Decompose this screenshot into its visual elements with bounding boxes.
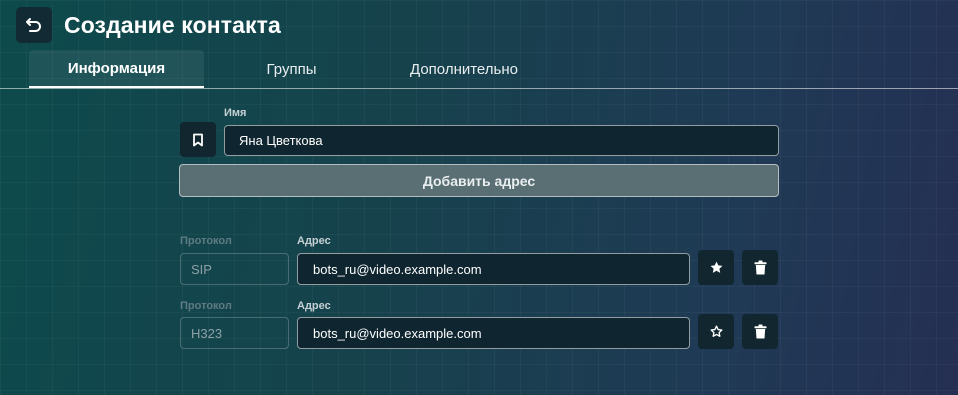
delete-button[interactable] [742, 314, 778, 349]
address-field[interactable]: bots_ru@video.example.com [297, 253, 690, 285]
name-label: Имя [224, 107, 247, 119]
favorite-button[interactable] [698, 314, 734, 349]
back-button[interactable] [16, 7, 52, 43]
add-address-button[interactable]: Добавить адрес [179, 164, 779, 197]
favorite-button[interactable] [698, 250, 734, 285]
trash-icon [754, 260, 766, 275]
bookmark-icon [193, 133, 203, 146]
delete-button[interactable] [742, 250, 778, 285]
address-label: Адрес [297, 235, 331, 247]
name-field[interactable]: Яна Цветкова [224, 125, 779, 156]
protocol-field: SIP [180, 253, 289, 285]
tab-divider [0, 88, 958, 89]
tab-groups[interactable]: Группы [204, 50, 379, 88]
protocol-label: Протокол [180, 300, 232, 312]
tab-additional[interactable]: Дополнительно [379, 50, 549, 88]
star-filled-icon [710, 261, 722, 273]
address-label: Адрес [297, 300, 331, 312]
protocol-field: H323 [180, 317, 289, 349]
page-title: Создание контакта [64, 11, 281, 38]
address-field[interactable]: bots_ru@video.example.com [297, 317, 690, 349]
bookmark-button[interactable] [180, 122, 216, 157]
undo-arrow-icon [26, 18, 41, 32]
trash-icon [754, 324, 766, 339]
tab-bar: Информация Группы Дополнительно [29, 50, 549, 88]
page-header: Создание контакта [16, 7, 281, 43]
protocol-label: Протокол [180, 235, 232, 247]
star-outline-icon [710, 325, 722, 337]
tab-information[interactable]: Информация [29, 50, 204, 88]
